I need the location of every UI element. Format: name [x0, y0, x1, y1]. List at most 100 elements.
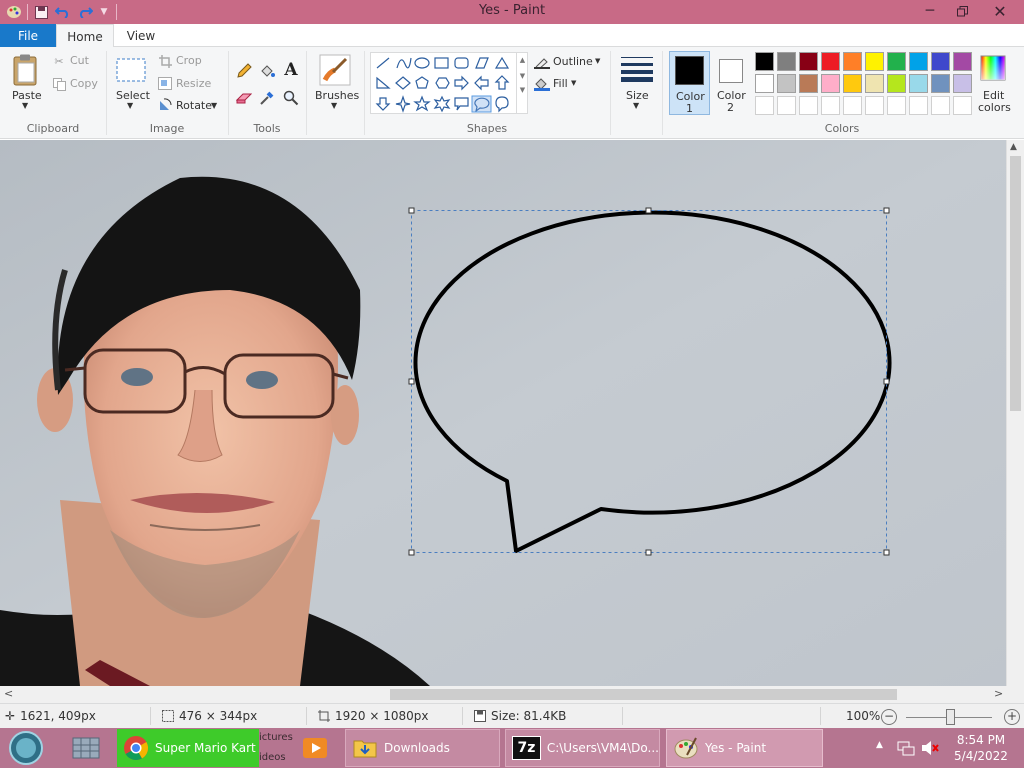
close-icon[interactable]: ✕	[980, 0, 1020, 22]
palette-swatch[interactable]	[931, 74, 950, 93]
zoom-slider-thumb[interactable]	[946, 709, 955, 725]
zoom-in-icon[interactable]: +	[1004, 709, 1020, 725]
scroll-left-arrow-icon[interactable]: <	[4, 687, 13, 700]
palette-swatch[interactable]	[953, 74, 972, 93]
palette-custom-slot[interactable]	[777, 96, 796, 115]
taskbar-downloads[interactable]: Downloads	[345, 729, 500, 767]
resize-button[interactable]: Resize	[176, 77, 211, 90]
horizontal-scroll-thumb[interactable]	[390, 689, 897, 700]
volume-muted-icon[interactable]	[920, 738, 940, 758]
minimize-icon[interactable]: ─	[915, 0, 945, 22]
cut-icon[interactable]: ✂	[52, 54, 66, 68]
scroll-up-icon[interactable]: ▲	[517, 56, 528, 64]
resize-icon[interactable]	[158, 76, 172, 90]
palette-swatch[interactable]	[755, 74, 774, 93]
eraser-icon[interactable]	[236, 90, 252, 106]
text-tool-icon[interactable]: A	[283, 60, 299, 80]
fill-icon[interactable]	[534, 77, 550, 91]
outline-button[interactable]: Outline	[553, 55, 593, 68]
palette-swatch[interactable]	[777, 74, 796, 93]
scroll-down-icon[interactable]: ▼	[517, 72, 528, 80]
palette-swatch[interactable]	[909, 74, 928, 93]
palette-swatch[interactable]	[777, 52, 796, 71]
paste-icon[interactable]	[12, 53, 40, 87]
palette-custom-slot[interactable]	[931, 96, 950, 115]
brushes-dropdown-icon[interactable]: ▼	[331, 101, 337, 110]
taskbar-7zip[interactable]: 7z C:\Users\VM4\Do...	[505, 729, 660, 767]
outline-icon[interactable]	[534, 55, 550, 69]
palette-swatch[interactable]	[865, 52, 884, 71]
palette-custom-slot[interactable]	[821, 96, 840, 115]
shapes-scroll[interactable]: ▲ ▼ ▼	[516, 53, 528, 113]
size-dropdown-icon[interactable]: ▼	[633, 101, 639, 110]
edit-colors-icon[interactable]	[980, 55, 1006, 81]
palette-swatch[interactable]	[887, 74, 906, 93]
zoom-out-icon[interactable]: −	[881, 709, 897, 725]
palette-custom-slot[interactable]	[909, 96, 928, 115]
select-dropdown-icon[interactable]: ▼	[127, 101, 133, 110]
restore-icon[interactable]	[948, 0, 976, 22]
show-hidden-icons[interactable]: ▲	[876, 740, 883, 750]
crop-icon[interactable]	[158, 54, 172, 68]
palette-swatch[interactable]	[843, 52, 862, 71]
edit-colors-line2[interactable]: colors	[978, 101, 1011, 114]
vertical-scrollbar[interactable]: ▲	[1006, 140, 1024, 686]
palette-swatch[interactable]	[865, 74, 884, 93]
copy-button[interactable]: Copy	[70, 77, 98, 90]
taskbar-app-2[interactable]	[62, 729, 110, 767]
clock[interactable]: 8:54 PM 5/4/2022	[952, 732, 1010, 764]
vertical-scroll-thumb[interactable]	[1010, 156, 1021, 411]
shapes-gallery-icons[interactable]	[373, 54, 518, 114]
palette-swatch[interactable]	[799, 74, 818, 93]
copy-icon[interactable]	[52, 77, 66, 91]
select-icon[interactable]	[116, 57, 146, 83]
canvas-image[interactable]	[0, 140, 1006, 686]
tab-home[interactable]: Home	[56, 24, 114, 48]
start-button[interactable]	[4, 729, 48, 767]
size-icon[interactable]	[620, 55, 654, 83]
crop-button[interactable]: Crop	[176, 54, 202, 67]
tab-view[interactable]: View	[116, 24, 166, 48]
canvas-area[interactable]	[0, 140, 1006, 686]
taskbar-paint[interactable]: Yes - Paint	[666, 729, 823, 767]
palette-swatch[interactable]	[909, 52, 928, 71]
rotate-dropdown-icon[interactable]: ▼	[211, 101, 217, 110]
scroll-right-arrow-icon[interactable]: >	[994, 687, 1003, 700]
palette-swatch[interactable]	[821, 74, 840, 93]
paste-dropdown-icon[interactable]: ▼	[22, 101, 28, 110]
gallery-expand-icon[interactable]: ▼	[517, 86, 528, 94]
palette-swatch[interactable]	[843, 74, 862, 93]
palette-custom-slot[interactable]	[953, 96, 972, 115]
tab-file[interactable]: File	[0, 24, 56, 47]
outline-dropdown-icon[interactable]: ▼	[595, 57, 600, 65]
palette-custom-slot[interactable]	[799, 96, 818, 115]
fill-dropdown-icon[interactable]: ▼	[571, 79, 576, 87]
palette-custom-slot[interactable]	[843, 96, 862, 115]
taskbar-media-player[interactable]	[293, 729, 337, 767]
brushes-icon[interactable]	[318, 53, 352, 87]
network-icon[interactable]	[896, 738, 916, 758]
pencil-icon[interactable]	[236, 63, 252, 79]
color1-selector[interactable]: Color 1	[669, 51, 710, 115]
background-text-line1: ictures	[259, 732, 293, 743]
rotate-button[interactable]: Rotate	[176, 99, 212, 112]
color-picker-icon[interactable]	[259, 90, 275, 106]
magnifier-icon[interactable]	[283, 90, 299, 106]
fill-button[interactable]: Fill	[553, 77, 568, 90]
palette-swatch[interactable]	[887, 52, 906, 71]
rotate-icon[interactable]	[158, 98, 172, 112]
palette-swatch[interactable]	[799, 52, 818, 71]
palette-swatch[interactable]	[755, 52, 774, 71]
palette-swatch[interactable]	[821, 52, 840, 71]
fill-bucket-icon[interactable]	[259, 63, 275, 79]
palette-custom-slot[interactable]	[865, 96, 884, 115]
palette-swatch[interactable]	[931, 52, 950, 71]
palette-custom-slot[interactable]	[755, 96, 774, 115]
taskbar-chrome[interactable]: Super Mario Kart	[117, 729, 259, 767]
palette-swatch[interactable]	[953, 52, 972, 71]
palette-custom-slot[interactable]	[887, 96, 906, 115]
cut-button[interactable]: Cut	[70, 54, 89, 67]
horizontal-scrollbar[interactable]: < >	[0, 686, 1024, 703]
scroll-up-arrow-icon[interactable]: ▲	[1010, 142, 1017, 152]
color2-selector[interactable]: Color 2	[713, 51, 751, 115]
